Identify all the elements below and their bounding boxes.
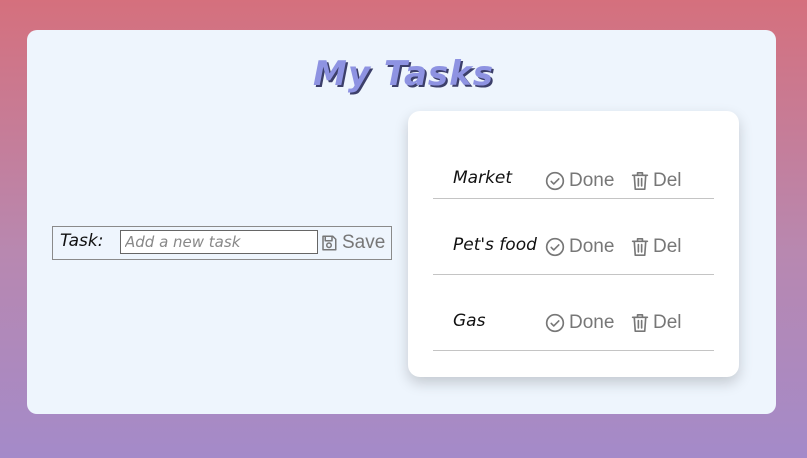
done-label: Done [569,236,615,257]
task-name: Market [453,168,513,188]
delete-button[interactable]: Del [631,312,682,334]
task-name: Pet's food [453,235,537,255]
trash-icon [631,237,649,257]
check-circle-icon [545,313,565,333]
delete-button[interactable]: Del [631,170,682,192]
task-name: Gas [453,311,486,331]
task-item: Gas Done Del [433,275,714,351]
task-label: Task: [60,231,104,251]
task-item: Market Done Del [433,123,714,199]
del-label: Del [653,312,682,333]
save-label: Save [342,232,386,253]
delete-button[interactable]: Del [631,236,682,258]
task-item: Pet's food Done Del [433,199,714,275]
done-button[interactable]: Done [545,236,614,258]
save-button[interactable]: Save [320,230,385,256]
task-list: Market Done Del Pet's food Done Del Gas … [408,111,739,377]
new-task-form: Task: Save [52,226,392,260]
done-label: Done [569,312,615,333]
done-button[interactable]: Done [545,312,614,334]
floppy-disk-icon [320,234,338,252]
done-button[interactable]: Done [545,170,614,192]
del-label: Del [653,170,682,191]
del-label: Del [653,236,682,257]
task-input[interactable] [120,230,318,254]
trash-icon [631,313,649,333]
page-title: My Tasks [312,54,495,94]
check-circle-icon [545,237,565,257]
trash-icon [631,171,649,191]
done-label: Done [569,170,615,191]
check-circle-icon [545,171,565,191]
